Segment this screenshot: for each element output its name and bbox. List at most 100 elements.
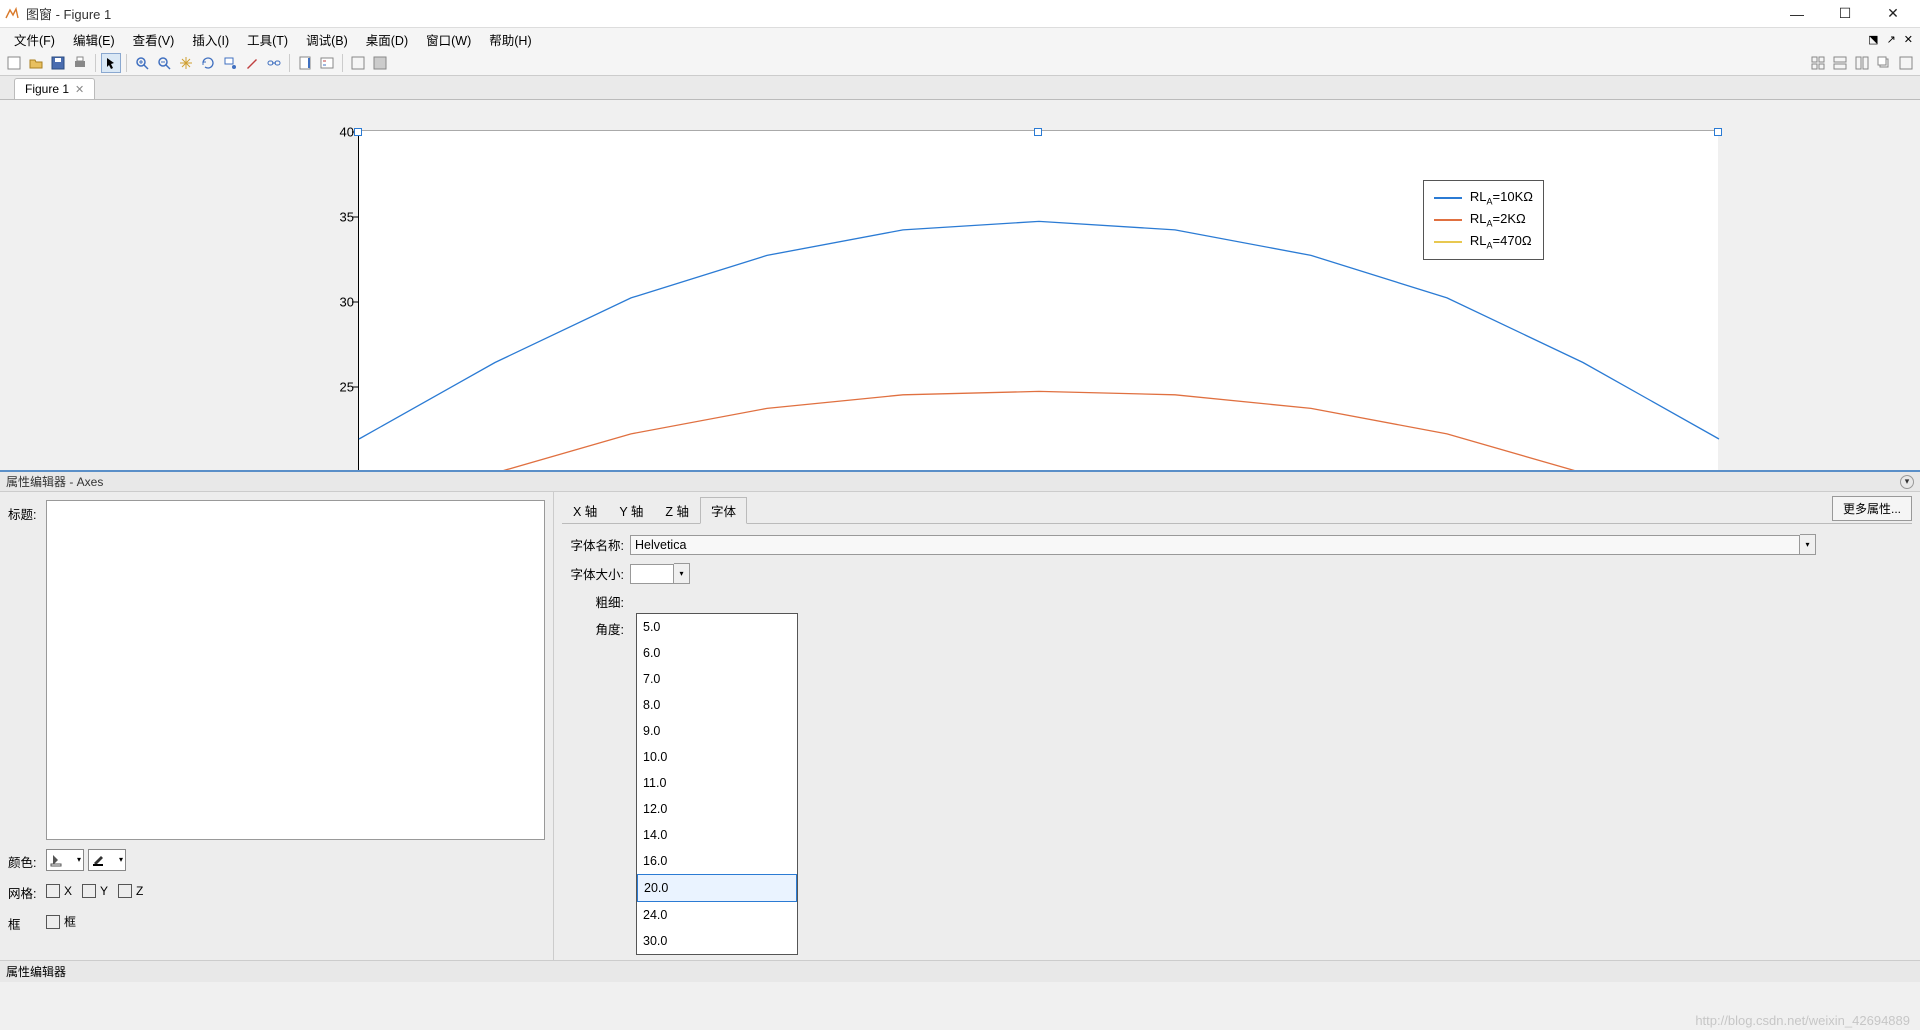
font-size-option[interactable]: 14.0: [637, 822, 797, 848]
save-icon[interactable]: [48, 53, 68, 73]
tile-v-icon[interactable]: [1852, 53, 1872, 73]
tile-h-icon[interactable]: [1830, 53, 1850, 73]
open-icon[interactable]: [26, 53, 46, 73]
tab-y-axis[interactable]: Y 轴: [608, 497, 654, 524]
float-icon[interactable]: [1874, 53, 1894, 73]
property-editor-header: 属性编辑器 - Axes ▾: [0, 472, 1920, 492]
legend-swatch: [1434, 241, 1462, 243]
font-size-option[interactable]: 9.0: [637, 718, 797, 744]
font-name-dropdown-icon[interactable]: ▾: [1800, 534, 1816, 555]
rotate-icon[interactable]: [198, 53, 218, 73]
matlab-icon: [4, 6, 20, 22]
weight-label: 粗细:: [562, 592, 630, 611]
maximize-icon[interactable]: [1896, 53, 1916, 73]
tab-font[interactable]: 字体: [700, 497, 747, 524]
print-icon[interactable]: [70, 53, 90, 73]
menubar-right: ⬔ ↗ ✕: [1865, 33, 1916, 46]
toolbar-sep: [342, 54, 343, 72]
link-icon[interactable]: [264, 53, 284, 73]
axes-handle[interactable]: [1714, 128, 1722, 136]
figure-canvas[interactable]: 40 35 30 25 RLA=10KΩRLA=2KΩRLA=470Ω: [0, 100, 1920, 470]
menu-tools[interactable]: 工具(T): [239, 28, 296, 51]
brush-icon[interactable]: [242, 53, 262, 73]
color-label: 颜色:: [8, 848, 46, 871]
font-size-option[interactable]: 7.0: [637, 666, 797, 692]
grid-x-label: X: [64, 884, 72, 898]
hide-tools-icon[interactable]: [348, 53, 368, 73]
font-size-option[interactable]: 10.0: [637, 744, 797, 770]
zoom-out-icon[interactable]: [154, 53, 174, 73]
toolbar-sep: [289, 54, 290, 72]
font-size-dropdown-icon[interactable]: ▾: [674, 563, 690, 584]
grid-y-checkbox[interactable]: [82, 884, 96, 898]
legend[interactable]: RLA=10KΩRLA=2KΩ RLA=470Ω: [1423, 180, 1544, 260]
property-editor-title: 属性编辑器 - Axes: [6, 473, 103, 490]
menu-edit[interactable]: 编辑(E): [65, 28, 123, 51]
font-size-option[interactable]: 20.0: [637, 874, 797, 902]
font-size-dropdown-list[interactable]: 5.06.07.08.09.010.011.012.014.016.020.02…: [636, 613, 798, 955]
font-size-option[interactable]: 8.0: [637, 692, 797, 718]
edge-color-button[interactable]: ▾: [88, 849, 126, 871]
more-properties-button[interactable]: 更多属性...: [1832, 496, 1912, 521]
figure-tab-close-icon[interactable]: ✕: [75, 83, 84, 96]
grid-z-checkbox[interactable]: [118, 884, 132, 898]
tab-x-axis[interactable]: X 轴: [562, 497, 608, 524]
menu-debug[interactable]: 调试(B): [298, 28, 356, 51]
window-title: 图窗 - Figure 1: [26, 4, 1782, 23]
font-name-label: 字体名称:: [562, 535, 630, 554]
property-left-panel: 标题: 颜色: ▾ ▾ 网格: X Y Z 框 框: [0, 492, 554, 960]
legend-item[interactable]: RLA=2KΩ: [1434, 209, 1533, 231]
menu-help[interactable]: 帮助(H): [481, 28, 539, 51]
new-figure-icon[interactable]: [4, 53, 24, 73]
menu-desktop[interactable]: 桌面(D): [358, 28, 416, 51]
zoom-in-icon[interactable]: [132, 53, 152, 73]
font-size-option[interactable]: 11.0: [637, 770, 797, 796]
font-size-option[interactable]: 30.0: [637, 928, 797, 954]
angle-label: 角度:: [562, 619, 630, 638]
legend-item[interactable]: RLA=10KΩ: [1434, 187, 1533, 209]
undock-icon[interactable]: ↗: [1884, 33, 1899, 46]
font-size-option[interactable]: 16.0: [637, 848, 797, 874]
pointer-icon[interactable]: [101, 53, 121, 73]
window-controls: — ☐ ✕: [1782, 5, 1916, 22]
menu-window[interactable]: 窗口(W): [418, 28, 479, 51]
figure-tab[interactable]: Figure 1 ✕: [14, 78, 95, 99]
legend-label: RLA=470Ω: [1470, 233, 1532, 251]
property-editor-collapse-icon[interactable]: ▾: [1900, 475, 1914, 489]
font-size-option[interactable]: 24.0: [637, 902, 797, 928]
datatip-icon[interactable]: [220, 53, 240, 73]
status-bar: 属性编辑器: [0, 960, 1920, 982]
title-textarea[interactable]: [46, 500, 545, 840]
font-name-select[interactable]: [630, 535, 1800, 555]
font-size-option[interactable]: 5.0: [637, 614, 797, 640]
minimize-button[interactable]: —: [1782, 6, 1812, 22]
maximize-button[interactable]: ☐: [1830, 5, 1860, 22]
fill-color-button[interactable]: ▾: [46, 849, 84, 871]
colorbar-icon[interactable]: [295, 53, 315, 73]
property-editor: 属性编辑器 - Axes ▾ 标题: 颜色: ▾ ▾ 网格: X Y Z: [0, 470, 1920, 960]
legend-item[interactable]: RLA=470Ω: [1434, 231, 1533, 253]
menu-view[interactable]: 查看(V): [125, 28, 183, 51]
tile-icon[interactable]: [1808, 53, 1828, 73]
box-check-label: 框: [64, 913, 76, 930]
tab-z-axis[interactable]: Z 轴: [654, 497, 700, 524]
font-size-option[interactable]: 6.0: [637, 640, 797, 666]
dock-icon[interactable]: ⬔: [1865, 33, 1881, 46]
toolbar-sep: [95, 54, 96, 72]
pan-icon[interactable]: [176, 53, 196, 73]
menubar-close-icon[interactable]: ✕: [1901, 33, 1916, 46]
close-button[interactable]: ✕: [1878, 5, 1908, 22]
font-size-option[interactable]: 12.0: [637, 796, 797, 822]
font-size-input[interactable]: [630, 564, 674, 584]
menu-insert[interactable]: 插入(I): [184, 28, 237, 51]
show-tools-icon[interactable]: [370, 53, 390, 73]
axes-handle[interactable]: [1034, 128, 1042, 136]
legend-icon[interactable]: [317, 53, 337, 73]
status-text: 属性编辑器: [6, 963, 66, 980]
grid-x-checkbox[interactable]: [46, 884, 60, 898]
box-checkbox[interactable]: [46, 915, 60, 929]
toolbar-right: [1808, 53, 1916, 73]
axes-handle[interactable]: [354, 128, 362, 136]
legend-swatch: [1434, 197, 1462, 199]
menu-file[interactable]: 文件(F): [6, 28, 63, 51]
